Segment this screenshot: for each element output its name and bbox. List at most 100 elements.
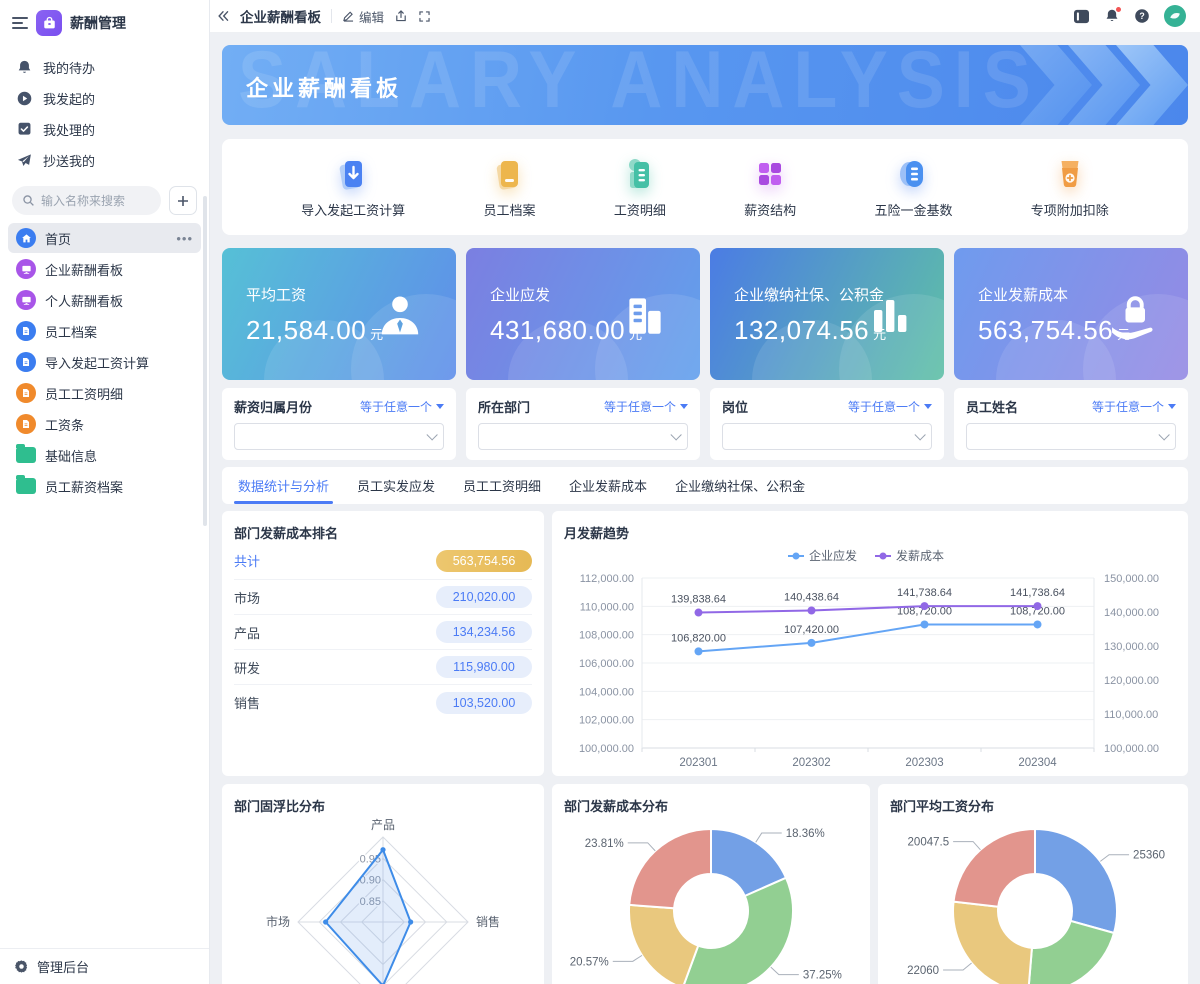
- caret-down-icon: [1168, 404, 1176, 409]
- svg-text:130,000.00: 130,000.00: [1104, 641, 1159, 653]
- person-icon: [381, 296, 419, 335]
- sidebar-item-salary-archives[interactable]: 员工薪资档案: [8, 471, 201, 501]
- filter-label: 员工姓名: [966, 400, 1019, 415]
- search-input[interactable]: [41, 193, 151, 208]
- stat-card-average-salary: 平均工资 21,584.00 元: [222, 248, 456, 380]
- filter-select[interactable]: [234, 423, 444, 450]
- svg-text:销售: 销售: [476, 914, 500, 929]
- stat-value: 563,754.56: [978, 315, 1114, 345]
- filter-operator-dropdown[interactable]: 等于任意一个: [604, 398, 688, 415]
- app-title: 薪酬管理: [70, 15, 126, 31]
- tab-actual-payable[interactable]: 员工实发应发: [357, 467, 435, 504]
- sidebar-item-label: 员工薪资档案: [45, 479, 124, 495]
- quick-action-insurance-base[interactable]: 五险一金基数: [874, 155, 952, 219]
- box-check-icon: [18, 122, 31, 135]
- stat-cards-row: 平均工资 21,584.00 元 企业应发 431,680.00 元 企业缴纳社保、…: [222, 248, 1188, 380]
- panel-toggle-button[interactable]: [1073, 9, 1090, 24]
- sidebar-item-label: 导入发起工资计算: [45, 355, 150, 371]
- stat-card-social-security: 企业缴纳社保、公积金 132,074.56 元: [710, 248, 944, 380]
- filter-select[interactable]: [966, 423, 1176, 450]
- caret-down-icon: [924, 404, 932, 409]
- quick-action-salary-detail[interactable]: 工资明细: [614, 155, 666, 219]
- filter-select[interactable]: [722, 423, 932, 450]
- tab-statistics-analysis[interactable]: 数据统计与分析: [233, 467, 334, 504]
- salary-detail-icon: [628, 159, 649, 188]
- panel-average-salary-distribution: 部门平均工资分布 25360 22060 20047.5: [878, 784, 1188, 984]
- share-button[interactable]: [394, 9, 408, 23]
- sidebar-item-personal-dashboard[interactable]: 个人薪酬看板: [8, 285, 201, 315]
- sidebar-item-import-payroll[interactable]: 导入发起工资计算: [8, 347, 201, 377]
- svg-text:18.36%: 18.36%: [786, 828, 825, 840]
- filter-salary-month: 薪资归属月份 等于任意一个: [222, 388, 456, 460]
- svg-text:106,000.00: 106,000.00: [579, 658, 634, 670]
- sidebar-scrollbar[interactable]: [203, 196, 207, 526]
- svg-text:100,000.00: 100,000.00: [1104, 743, 1159, 755]
- sidebar-item-cc-me[interactable]: 抄送我的: [0, 145, 209, 176]
- more-options-icon[interactable]: •••: [176, 231, 193, 246]
- quick-action-import-payroll[interactable]: 导入发起工资计算: [301, 155, 405, 219]
- stat-value: 132,074.56: [734, 315, 870, 345]
- svg-text:104,000.00: 104,000.00: [579, 686, 634, 698]
- share-icon: [396, 10, 406, 22]
- quick-action-employee-files[interactable]: 员工档案: [483, 155, 536, 219]
- app-logo-icon[interactable]: [36, 10, 62, 36]
- filter-label: 薪资归属月份: [234, 400, 313, 415]
- quick-action-label: 工资明细: [613, 203, 666, 218]
- svg-text:100,000.00: 100,000.00: [579, 743, 634, 755]
- sidebar-item-my-processed[interactable]: 我处理的: [0, 114, 209, 145]
- ratio-radar-chart[interactable]: 0.850.900.95产品销售研发市场: [234, 815, 532, 984]
- sidebar-item-payslip[interactable]: 工资条: [8, 409, 201, 439]
- svg-text:106,820.00: 106,820.00: [671, 632, 726, 644]
- folder-icon: [16, 475, 36, 494]
- search-box[interactable]: [12, 186, 161, 215]
- add-button[interactable]: [169, 186, 197, 215]
- sidebar-item-salary-detail[interactable]: 员工工资明细: [8, 378, 201, 408]
- ranking-label: 研发: [234, 660, 261, 676]
- svg-text:110,000.00: 110,000.00: [1104, 709, 1158, 721]
- folder-icon: [16, 444, 36, 463]
- hamburger-menu-icon[interactable]: [12, 17, 28, 29]
- filter-operator-dropdown[interactable]: 等于任意一个: [1092, 398, 1176, 415]
- filter-operator-dropdown[interactable]: 等于任意一个: [360, 398, 444, 415]
- svg-text:108,000.00: 108,000.00: [579, 630, 634, 642]
- edit-label: 编辑: [359, 10, 385, 25]
- filter-label: 岗位: [722, 400, 749, 415]
- ranking-value-badge: 134,234.56: [436, 621, 532, 643]
- edit-button[interactable]: 编辑: [342, 7, 384, 26]
- quick-action-label: 导入发起工资计算: [301, 203, 406, 218]
- sidebar-item-basic-info[interactable]: 基础信息: [8, 440, 201, 470]
- dashboard-icon: [16, 290, 36, 310]
- user-avatar[interactable]: [1164, 5, 1186, 27]
- sidebar-item-company-dashboard[interactable]: 企业薪酬看板: [8, 254, 201, 284]
- filter-department: 所在部门 等于任意一个: [466, 388, 700, 460]
- notifications-bell-icon[interactable]: [1104, 6, 1122, 24]
- quick-action-salary-structure[interactable]: 薪资结构: [744, 155, 796, 219]
- ranking-value-badge: 103,520.00: [436, 691, 532, 714]
- sidebar-item-label: 基础信息: [45, 448, 98, 464]
- tab-payroll-cost[interactable]: 企业发薪成本: [569, 467, 647, 504]
- tab-salary-detail[interactable]: 员工工资明细: [463, 467, 541, 504]
- admin-backend-button[interactable]: 管理后台: [0, 948, 209, 984]
- svg-text:112,000.00: 112,000.00: [580, 573, 634, 585]
- special-deduction-icon: [1061, 161, 1079, 187]
- tab-social-security[interactable]: 企业缴纳社保、公积金: [675, 467, 805, 504]
- monthly-trend-line-chart[interactable]: 100,000.00 102,000.00 104,000.00 106,000.00…: [564, 542, 1176, 774]
- svg-text:20.57%: 20.57%: [570, 956, 609, 968]
- filter-select[interactable]: [478, 423, 688, 450]
- panel-cost-distribution: 部门发薪成本分布 18.36% 37.25% 20.57% 23.81%: [552, 784, 870, 984]
- sidebar-item-my-todo[interactable]: 我的待办: [0, 52, 209, 83]
- sidebar-item-my-initiated[interactable]: 我发起的: [0, 83, 209, 114]
- fullscreen-button[interactable]: [418, 10, 431, 23]
- cost-distribution-donut-chart[interactable]: 18.36% 37.25% 20.57% 23.81%: [564, 815, 858, 984]
- quick-action-label: 员工档案: [483, 203, 536, 218]
- average-salary-donut-chart[interactable]: 25360 22060 20047.5: [890, 815, 1180, 984]
- sidebar-item-employee-files[interactable]: 员工档案: [8, 316, 201, 346]
- quick-action-special-deduction[interactable]: 专项附加扣除: [1031, 155, 1109, 219]
- help-button[interactable]: ?: [1134, 8, 1150, 24]
- collapse-sidebar-icon[interactable]: [216, 9, 230, 23]
- filter-operator-dropdown[interactable]: 等于任意一个: [848, 398, 932, 415]
- sidebar-item-label: 抄送我的: [43, 154, 96, 169]
- sidebar-item-home[interactable]: 首页 •••: [8, 223, 201, 253]
- svg-text:?: ?: [1139, 11, 1144, 21]
- filter-label: 所在部门: [478, 400, 531, 415]
